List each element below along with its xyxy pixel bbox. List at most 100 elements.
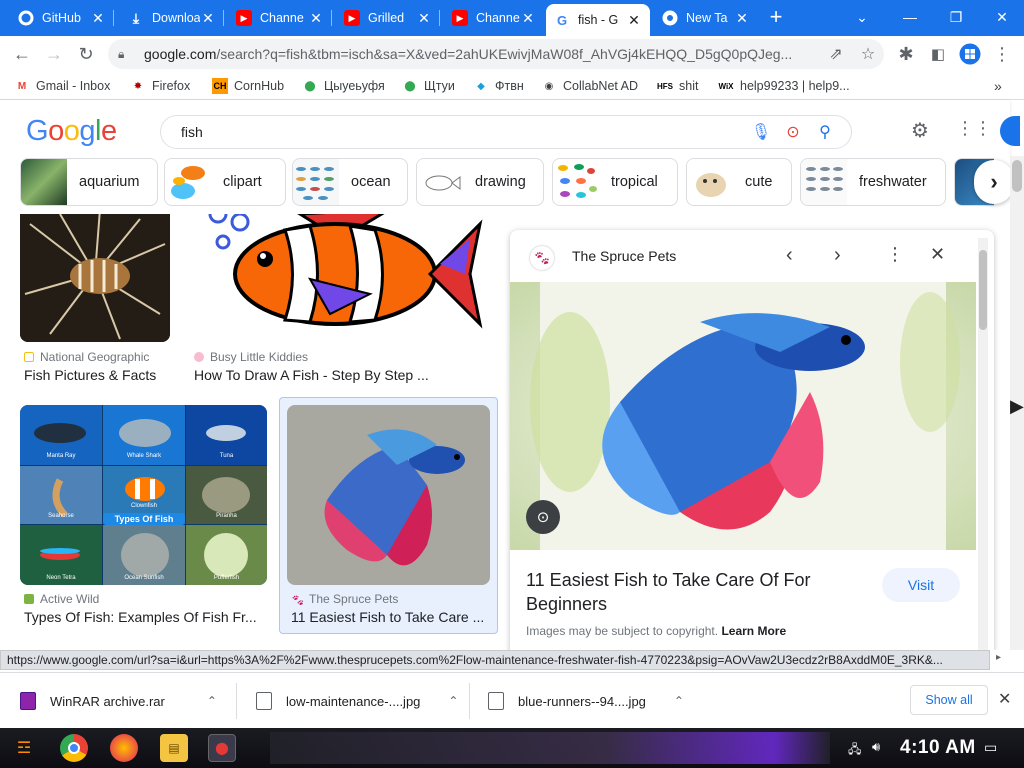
account-avatar[interactable]: [1000, 116, 1020, 146]
chevron-up-icon[interactable]: ⌃: [448, 694, 458, 708]
restore-button[interactable]: ❐: [936, 4, 976, 30]
bookmark-firefox[interactable]: ✸ Firefox: [130, 77, 190, 95]
new-tab-button[interactable]: +: [758, 4, 794, 30]
result-image-lionfish[interactable]: [20, 214, 170, 342]
close-panel-icon[interactable]: ✕: [930, 244, 945, 265]
result-caption[interactable]: 11 Easiest Fish to Take Care ...: [291, 609, 491, 625]
chip-ocean[interactable]: ocean: [292, 158, 408, 206]
bookmark-shit[interactable]: HFS shit: [657, 77, 698, 95]
tab-downloads[interactable]: ⤓ Downloa ✕: [120, 4, 224, 32]
bookmark-star-icon[interactable]: ☆: [852, 42, 884, 66]
chip-freshwater[interactable]: freshwater: [800, 158, 946, 206]
busy-kiddies-icon: [194, 352, 204, 362]
maps-taskbar-icon[interactable]: ⬤: [208, 734, 236, 762]
side-panel-icon[interactable]: ◧: [924, 40, 952, 68]
result-image-betta[interactable]: [287, 405, 490, 585]
result-caption[interactable]: Types Of Fish: Examples Of Fish Fr...: [24, 609, 264, 625]
tab-youtube-1[interactable]: ▶ Channe ✕: [228, 4, 332, 32]
apps-grid-icon[interactable]: ⋮⋮: [956, 118, 992, 146]
result-caption[interactable]: Fish Pictures & Facts: [24, 367, 174, 383]
result-source[interactable]: Active Wild: [24, 592, 99, 606]
network-icon[interactable]: 🖧︎: [848, 740, 861, 761]
notification-icon[interactable]: ▭: [984, 739, 997, 756]
close-icon[interactable]: ✕: [90, 10, 106, 27]
visit-button[interactable]: Visit: [882, 568, 960, 602]
google-logo[interactable]: Google: [26, 115, 117, 148]
search-input[interactable]: fish: [181, 124, 745, 140]
chrome-taskbar-icon[interactable]: [60, 734, 88, 762]
download-item-low-maintenance[interactable]: low-maintenance-....jpg ⌃: [256, 681, 458, 721]
panel-scrollbar[interactable]: [978, 238, 988, 650]
panel-title[interactable]: 11 Easiest Fish to Take Care Of For Begin…: [526, 568, 866, 616]
bookmark-ftvn[interactable]: ◆ Фтвн: [473, 77, 524, 95]
download-item-winrar[interactable]: WinRAR archive.rar ⌃: [20, 681, 217, 721]
chevron-up-icon[interactable]: ⌃: [207, 694, 217, 708]
volume-icon[interactable]: 🔊︎: [872, 739, 880, 755]
next-icon[interactable]: ›: [834, 244, 841, 267]
chip-aquarium[interactable]: aquarium: [20, 158, 158, 206]
close-icon[interactable]: ✕: [734, 10, 750, 27]
tab-github[interactable]: GitHub ✕: [10, 4, 114, 32]
share-icon[interactable]: ⇗: [820, 42, 852, 66]
start-button-icon[interactable]: ☲: [10, 734, 38, 762]
close-icon[interactable]: ✕: [520, 10, 536, 27]
chip-clipart[interactable]: clipart: [164, 158, 286, 206]
profile-icon[interactable]: [956, 40, 984, 68]
result-source[interactable]: Busy Little Kiddies: [194, 350, 308, 364]
address-bar[interactable]: 🔒︎ google.com/search?q=fish&tbm=isch&sa=…: [108, 39, 884, 69]
reload-button[interactable]: ↻: [72, 40, 100, 68]
settings-gear-icon[interactable]: ⚙: [906, 118, 934, 146]
close-window-button[interactable]: ✕: [982, 4, 1022, 30]
chevron-up-icon[interactable]: ⌃: [674, 694, 684, 708]
clock[interactable]: 4:10 AM: [900, 737, 976, 759]
more-options-icon[interactable]: ⋮: [886, 244, 904, 265]
panel-preview-image[interactable]: [510, 282, 976, 550]
chip-tropical[interactable]: tropical: [552, 158, 678, 206]
chip-cute[interactable]: cute: [686, 158, 792, 206]
tab-youtube-3[interactable]: ▶ Channe ✕: [444, 4, 544, 32]
chip-drawing[interactable]: drawing: [416, 158, 544, 206]
scrollbar-thumb[interactable]: [1012, 160, 1022, 192]
panel-source[interactable]: The Spruce Pets: [572, 248, 676, 264]
search-icon[interactable]: ⚲: [809, 120, 841, 144]
tab-youtube-2[interactable]: ▶ Grilled ✕: [336, 4, 440, 32]
close-icon[interactable]: ✕: [416, 10, 432, 27]
close-shelf-icon[interactable]: ✕: [998, 689, 1011, 709]
result-caption[interactable]: How To Draw A Fish - Step By Step ...: [194, 367, 494, 383]
close-icon[interactable]: ✕: [626, 12, 642, 29]
chips-next-button[interactable]: ›: [974, 160, 1014, 204]
forward-button[interactable]: →: [40, 40, 68, 68]
bookmarks-overflow-icon[interactable]: »: [994, 77, 1002, 95]
back-button[interactable]: ←: [8, 40, 36, 68]
previous-icon[interactable]: ‹: [786, 244, 793, 267]
microphone-icon[interactable]: 🎙︎: [745, 120, 777, 144]
lens-search-icon[interactable]: ⊙: [526, 500, 560, 534]
bookmark-gmail[interactable]: M Gmail - Inbox: [14, 77, 111, 95]
bookmark-help[interactable]: WiX help99233 | help9...: [718, 77, 849, 95]
extensions-icon[interactable]: ✱: [892, 40, 920, 68]
lens-icon[interactable]: ⊙: [777, 120, 809, 144]
result-image-clownfish-drawing[interactable]: [190, 214, 490, 342]
search-box[interactable]: fish 🎙︎ ⊙ ⚲: [160, 115, 852, 149]
close-icon[interactable]: ✕: [308, 10, 324, 27]
learn-more-link[interactable]: Learn More: [721, 624, 786, 638]
minimize-button[interactable]: —: [890, 4, 930, 30]
file-explorer-icon[interactable]: ▤: [160, 734, 188, 762]
result-image-types-of-fish[interactable]: Manta Ray Whale Shark Tuna Seahorse Clow…: [20, 405, 267, 585]
bookmark-maps-1[interactable]: ⬤ Цыуеьуфя: [302, 77, 384, 95]
menu-icon[interactable]: ⋮: [988, 40, 1016, 68]
panel-scrollbar-thumb[interactable]: [979, 250, 987, 330]
result-source[interactable]: 🐾︎ The Spruce Pets: [291, 592, 398, 607]
bookmark-collabnet[interactable]: ◉ CollabNet AD: [541, 77, 638, 95]
scroll-right-icon[interactable]: ▸: [996, 652, 1001, 663]
show-all-button[interactable]: Show all: [910, 685, 988, 715]
download-item-blue-runners[interactable]: blue-runners--94....jpg ⌃: [488, 681, 684, 721]
close-icon[interactable]: ✕: [200, 10, 216, 27]
bookmark-maps-2[interactable]: ⬤ Щтуи: [402, 77, 454, 95]
result-source[interactable]: National Geographic: [24, 350, 149, 364]
firefox-taskbar-icon[interactable]: [110, 734, 138, 762]
tab-google-search[interactable]: G fish - G ✕: [546, 4, 650, 36]
bookmark-cornhub[interactable]: CH CornHub: [212, 77, 284, 95]
tab-new-tab[interactable]: New Ta ✕: [654, 4, 758, 32]
chevron-down-icon[interactable]: ⌄: [842, 4, 882, 30]
